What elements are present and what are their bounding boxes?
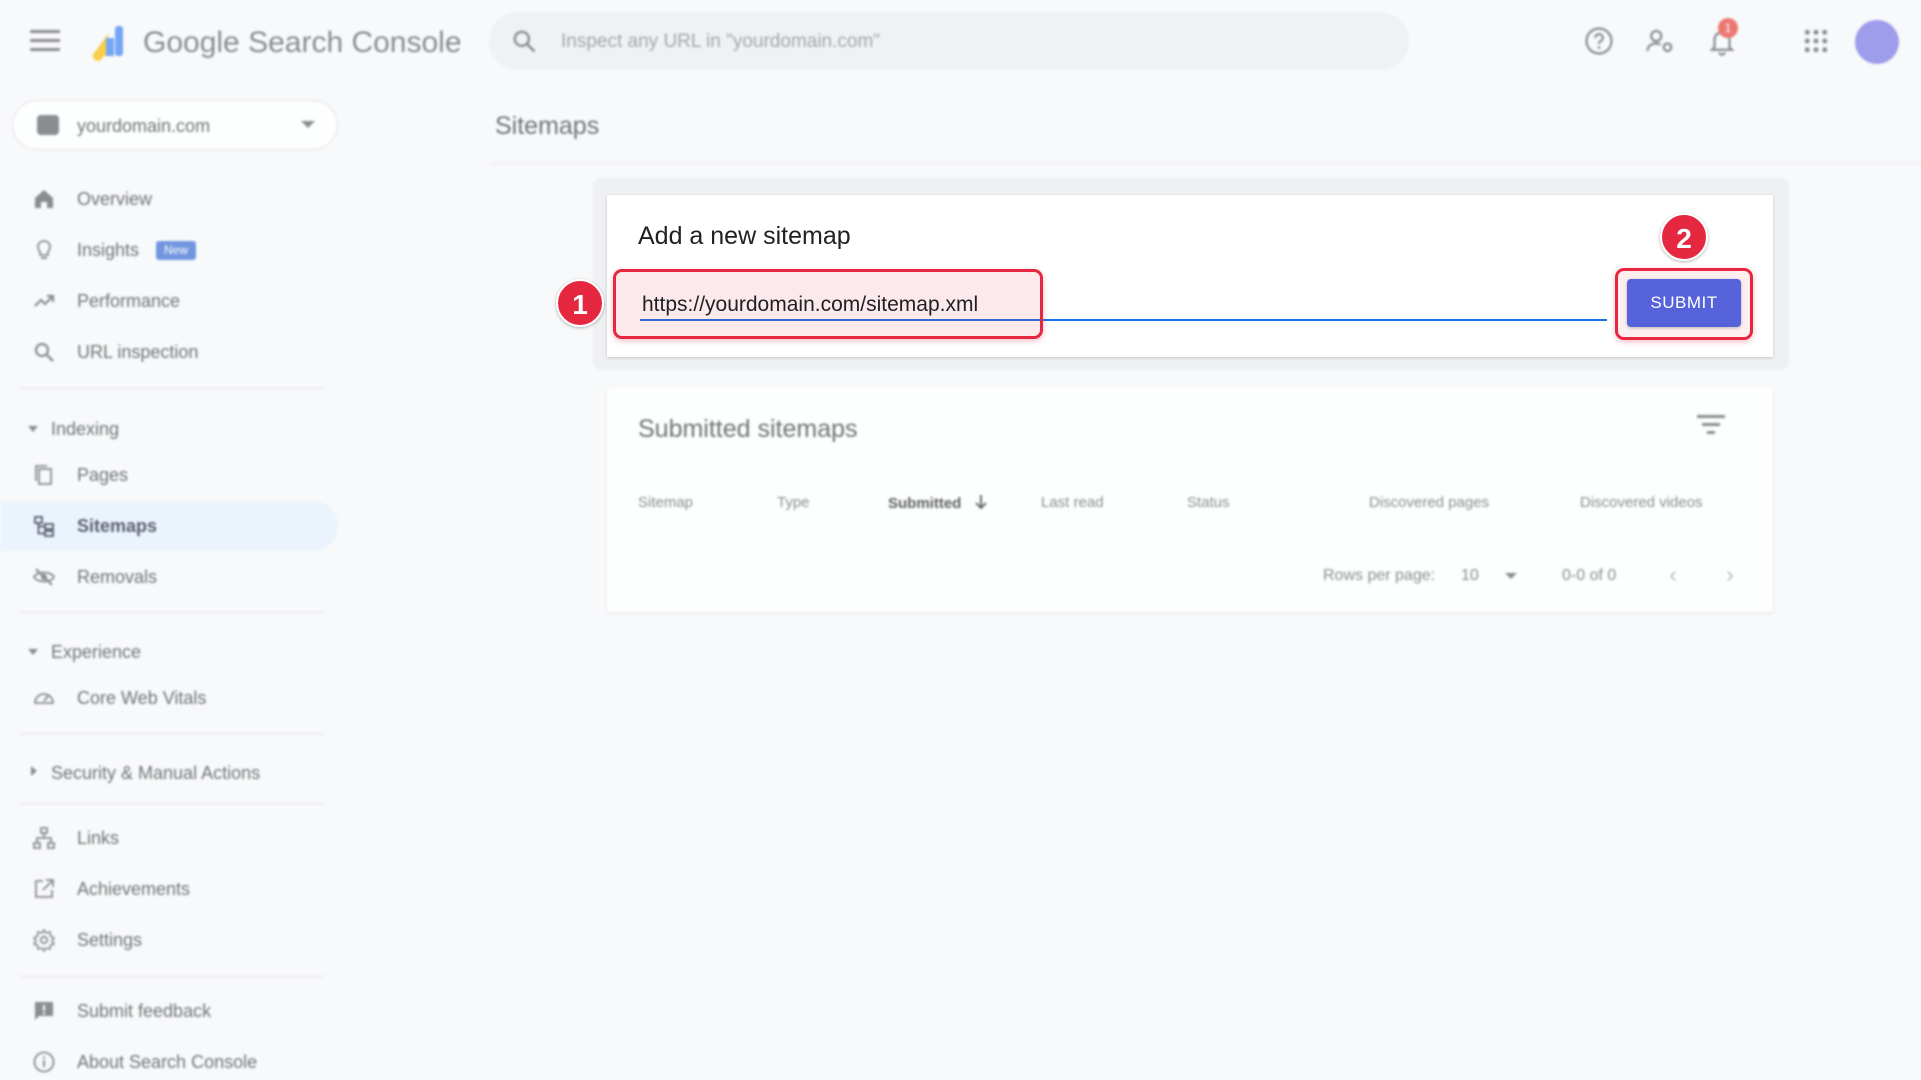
filter-icon[interactable] — [1697, 415, 1725, 437]
submitted-sitemaps-card: Submitted sitemaps Sitemap Type Submitte… — [607, 387, 1773, 612]
search-console-logo — [92, 26, 123, 61]
sidebar-item-pages[interactable]: Pages — [0, 450, 338, 500]
sidebar-item-label: Removals — [77, 567, 158, 587]
sidebar-item-label: About Search Console — [77, 1052, 258, 1072]
column-discovered-pages[interactable]: Discovered pages — [1369, 494, 1489, 511]
sidebar-item-label: Pages — [77, 465, 129, 485]
search-icon — [34, 342, 54, 362]
menu-icon[interactable] — [30, 30, 60, 52]
chevron-left-icon[interactable]: ‹ — [1661, 563, 1685, 587]
rows-per-page-value: 10 — [1461, 567, 1479, 584]
sidebar-item-settings[interactable]: Settings — [0, 915, 338, 965]
sidebar-divider — [20, 388, 324, 389]
property-label: yourdomain.com — [77, 116, 211, 136]
sidebar-item-label: Core Web Vitals — [77, 688, 207, 708]
lightbulb-icon — [37, 240, 51, 259]
links-icon — [33, 827, 55, 849]
sidebar-item-label: Insights — [77, 240, 140, 260]
page-title: Sitemaps — [495, 112, 600, 140]
url-inspect-search[interactable]: Inspect any URL in "yourdomain.com" — [489, 12, 1409, 70]
property-selector[interactable]: yourdomain.com — [12, 100, 338, 150]
feedback-icon — [35, 1002, 53, 1020]
caret-down-icon — [28, 426, 38, 432]
gear-icon — [32, 928, 56, 952]
sidebar-item-label: Settings — [77, 930, 143, 950]
sidebar-item-core-web-vitals[interactable]: Core Web Vitals — [0, 673, 338, 723]
external-link-icon — [35, 879, 54, 898]
submitted-sitemaps-title: Submitted sitemaps — [638, 415, 858, 443]
home-icon — [35, 190, 53, 208]
column-sitemap[interactable]: Sitemap — [638, 494, 693, 511]
column-last-read[interactable]: Last read — [1041, 494, 1104, 511]
section-experience[interactable]: Experience — [0, 629, 338, 675]
sidebar-item-submit-feedback[interactable]: Submit feedback — [0, 986, 338, 1036]
new-badge: New — [156, 241, 196, 260]
sidebar-item-label: Submit feedback — [77, 1001, 212, 1021]
search-icon — [513, 30, 536, 53]
rows-per-page-label: Rows per page: — [1323, 567, 1436, 584]
avatar[interactable] — [1855, 20, 1899, 64]
sitemap-icon — [34, 516, 54, 537]
section-label: Experience — [51, 642, 142, 662]
sidebar-divider — [20, 733, 324, 734]
sitemap-url-field[interactable]: https://yourdomain.com/sitemap.xml — [607, 195, 1607, 357]
section-label: Indexing — [51, 419, 120, 439]
chevron-down-icon — [301, 121, 315, 128]
sidebar-item-url-inspection[interactable]: URL inspection — [0, 327, 338, 377]
column-type[interactable]: Type — [777, 494, 810, 511]
column-submitted[interactable]: Submitted — [888, 494, 988, 512]
sidebar-item-label: Performance — [77, 291, 181, 311]
search-placeholder: Inspect any URL in "yourdomain.com" — [561, 31, 881, 52]
brand-title: Google Search Console — [143, 26, 462, 59]
step-2-badge: 2 — [1660, 213, 1708, 261]
rows-per-page-select[interactable]: 10 — [1461, 561, 1521, 591]
sidebar-divider — [20, 803, 324, 804]
sitemap-url-value: https://yourdomain.com/sitemap.xml — [642, 293, 979, 316]
info-icon — [33, 1051, 55, 1073]
help-icon[interactable] — [1584, 26, 1614, 56]
chevron-down-icon — [1505, 573, 1517, 579]
sidebar-divider — [20, 612, 324, 613]
eye-off-icon — [32, 568, 56, 586]
sort-arrow-down-icon — [974, 495, 987, 510]
chevron-right-icon[interactable]: › — [1718, 563, 1742, 587]
column-discovered-videos[interactable]: Discovered videos — [1580, 494, 1703, 511]
column-submitted-label: Submitted — [888, 495, 962, 512]
speedometer-icon — [34, 693, 54, 704]
step-1-badge: 1 — [556, 279, 604, 327]
sidebar-item-label: Links — [77, 828, 120, 848]
top-bar: Google Search Console Inspect any URL in… — [0, 0, 1921, 84]
sidebar-item-about[interactable]: About Search Console — [0, 1037, 338, 1080]
sidebar-divider — [20, 976, 324, 977]
sidebar-item-performance[interactable]: Performance — [0, 276, 338, 326]
sidebar-item-label: Overview — [77, 189, 153, 209]
section-security[interactable]: Security & Manual Actions — [0, 750, 338, 796]
section-indexing[interactable]: Indexing — [0, 406, 338, 452]
column-status[interactable]: Status — [1187, 494, 1230, 511]
title-divider — [490, 163, 1921, 164]
sidebar-item-removals[interactable]: Removals — [0, 552, 338, 602]
manage-users-icon[interactable] — [1645, 26, 1675, 56]
pages-icon — [35, 465, 52, 485]
sidebar-item-label: Achievements — [77, 879, 191, 899]
property-icon — [37, 115, 59, 135]
notification-badge: 1 — [1718, 18, 1738, 38]
sidebar-item-label: URL inspection — [77, 342, 199, 362]
pagination-range: 0-0 of 0 — [1562, 567, 1617, 584]
section-label: Security & Manual Actions — [51, 763, 261, 783]
sidebar-item-overview[interactable]: Overview — [0, 174, 338, 224]
caret-down-icon — [28, 649, 38, 655]
sidebar-item-sitemaps[interactable]: Sitemaps — [0, 501, 338, 551]
sidebar-item-achievements[interactable]: Achievements — [0, 864, 338, 914]
sidebar-item-label: Sitemaps — [77, 516, 158, 536]
sidebar-item-insights[interactable]: Insights New — [0, 225, 338, 275]
caret-right-icon — [31, 766, 37, 776]
apps-grid-icon[interactable] — [1801, 26, 1831, 56]
trending-up-icon — [34, 294, 55, 307]
sidebar-item-links[interactable]: Links — [0, 813, 338, 863]
submit-button[interactable]: SUBMIT — [1627, 279, 1741, 327]
